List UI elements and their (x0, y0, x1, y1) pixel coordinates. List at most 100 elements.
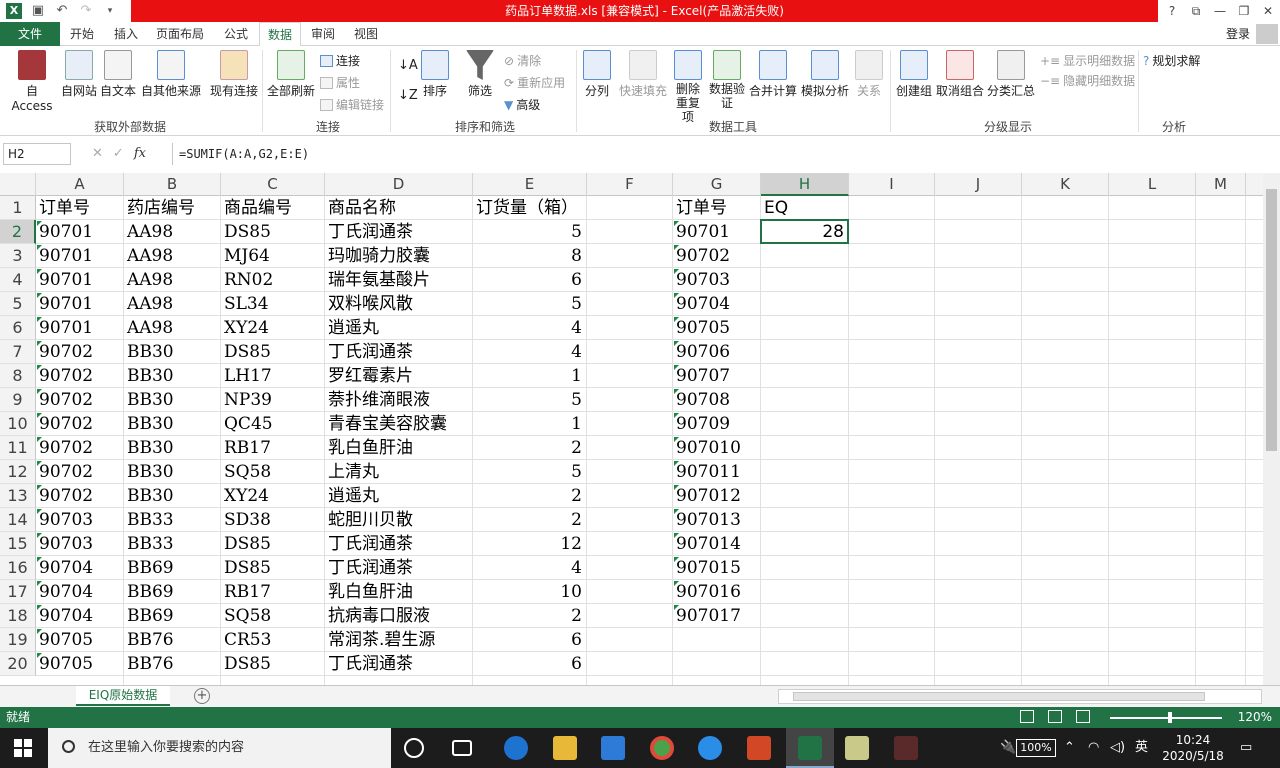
cell-g13[interactable]: 907012 (673, 484, 741, 508)
notes-icon[interactable] (845, 736, 869, 760)
cell-a18[interactable]: 90704 (36, 604, 93, 628)
cell-e18[interactable]: 2 (473, 604, 587, 628)
edit-links-button[interactable]: 编辑链接 (320, 96, 384, 113)
cell-b18[interactable]: BB69 (124, 604, 174, 628)
connections-button[interactable]: 连接 (320, 52, 360, 69)
tab-insert[interactable]: 插入 (106, 22, 146, 46)
row-header[interactable]: 18 (0, 604, 36, 628)
row-header[interactable]: 16 (0, 556, 36, 580)
cell-e19[interactable]: 6 (473, 628, 587, 652)
save-icon[interactable]: ▣ (30, 3, 46, 19)
cancel-icon[interactable]: ✕ (92, 143, 103, 165)
page-layout-view-icon[interactable] (1048, 710, 1062, 723)
column-header-m[interactable]: M (1196, 173, 1246, 196)
cell-d20[interactable]: 丁氏润通茶 (325, 652, 413, 676)
excel-icon[interactable] (798, 736, 822, 760)
volume-icon[interactable]: ◁) (1110, 728, 1125, 768)
tab-data[interactable]: 数据 (259, 22, 302, 47)
tab-home[interactable]: 开始 (62, 22, 102, 46)
formula-input[interactable]: =SUMIF(A:A,G2,E:E) (172, 143, 1266, 165)
column-header-a[interactable]: A (36, 173, 124, 196)
login-link[interactable]: 登录 (1226, 22, 1250, 46)
insert-function-icon[interactable]: fx (134, 143, 146, 165)
subtotal-button[interactable]: 分类汇总 (986, 50, 1036, 99)
cell-b13[interactable]: BB30 (124, 484, 174, 508)
cell-e9[interactable]: 5 (473, 388, 587, 412)
chrome-icon[interactable] (650, 736, 674, 760)
select-all-corner[interactable] (0, 173, 36, 196)
avatar[interactable] (1256, 24, 1278, 44)
zoom-slider-knob[interactable] (1168, 712, 1172, 723)
cell-a19[interactable]: 90705 (36, 628, 93, 652)
cell-b11[interactable]: BB30 (124, 436, 174, 460)
cell-a1[interactable]: 订单号 (36, 196, 90, 220)
close-button[interactable]: ✕ (1256, 0, 1280, 22)
clock[interactable]: 10:24 2020/5/18 (1158, 732, 1228, 764)
cell-b14[interactable]: BB33 (124, 508, 174, 532)
cell-a8[interactable]: 90702 (36, 364, 93, 388)
cell-c18[interactable]: SQ58 (221, 604, 271, 628)
row-header[interactable]: 20 (0, 652, 36, 676)
properties-button[interactable]: 属性 (320, 74, 360, 91)
cell-g18[interactable]: 907017 (673, 604, 741, 628)
cell-g11[interactable]: 907010 (673, 436, 741, 460)
cell-d19[interactable]: 常润茶.碧生源 (325, 628, 435, 652)
cell-d9[interactable]: 萘扑维滴眼液 (325, 388, 430, 412)
sort-az-button[interactable]: ↓A (398, 58, 418, 73)
task-view-icon[interactable] (452, 740, 472, 756)
cell-g15[interactable]: 907014 (673, 532, 741, 556)
cell-e11[interactable]: 2 (473, 436, 587, 460)
cell-a4[interactable]: 90701 (36, 268, 93, 292)
ime-indicator[interactable]: 英 (1135, 728, 1148, 768)
row-header[interactable]: 9 (0, 388, 36, 412)
column-header-f[interactable]: F (587, 173, 673, 196)
cell-b15[interactable]: BB33 (124, 532, 174, 556)
cell-g4[interactable]: 90703 (673, 268, 730, 292)
vertical-scroll-thumb[interactable] (1266, 189, 1277, 451)
cell-g16[interactable]: 907015 (673, 556, 741, 580)
row-header[interactable]: 2 (0, 220, 36, 244)
wifi-icon[interactable]: ◠ (1088, 728, 1099, 768)
column-header-d[interactable]: D (325, 173, 473, 196)
column-header-b[interactable]: B (124, 173, 221, 196)
cell-c17[interactable]: RB17 (221, 580, 271, 604)
refresh-all-button[interactable]: 全部刷新 (266, 50, 316, 99)
internet-explorer-icon[interactable] (698, 736, 722, 760)
cell-b16[interactable]: BB69 (124, 556, 174, 580)
row-header[interactable]: 15 (0, 532, 36, 556)
show-detail-button[interactable]: +≡ 显示明细数据 (1040, 52, 1135, 69)
column-header-g[interactable]: G (673, 173, 761, 196)
cell-a7[interactable]: 90702 (36, 340, 93, 364)
cell-c20[interactable]: DS85 (221, 652, 271, 676)
tab-review[interactable]: 审阅 (303, 22, 343, 46)
flash-fill-button[interactable]: 快速填充 (617, 50, 669, 99)
tab-view[interactable]: 视图 (346, 22, 386, 46)
recorder-icon[interactable] (894, 736, 918, 760)
horizontal-scrollbar[interactable] (778, 689, 1262, 704)
cell-d2[interactable]: 丁氏润通茶 (325, 220, 413, 244)
cell-d14[interactable]: 蛇胆川贝散 (325, 508, 413, 532)
cell-b9[interactable]: BB30 (124, 388, 174, 412)
cell-d12[interactable]: 上清丸 (325, 460, 379, 484)
store-icon[interactable] (601, 736, 625, 760)
cell-g12[interactable]: 907011 (673, 460, 741, 484)
cell-a12[interactable]: 90702 (36, 460, 93, 484)
from-other-sources-button[interactable]: 自其他来源 (139, 50, 203, 99)
cell-g9[interactable]: 90708 (673, 388, 730, 412)
cell-a6[interactable]: 90701 (36, 316, 93, 340)
zoom-slider[interactable] (1110, 717, 1222, 719)
cell-b20[interactable]: BB76 (124, 652, 174, 676)
cell-d18[interactable]: 抗病毒口服液 (325, 604, 430, 628)
cell-d11[interactable]: 乳白鱼肝油 (325, 436, 413, 460)
column-header-e[interactable]: E (473, 173, 587, 196)
cell-d1[interactable]: 商品名称 (325, 196, 396, 220)
cell-c16[interactable]: DS85 (221, 556, 271, 580)
cell-d15[interactable]: 丁氏润通茶 (325, 532, 413, 556)
windows-start-icon[interactable] (14, 739, 32, 757)
cell-b3[interactable]: AA98 (124, 244, 173, 268)
file-explorer-icon[interactable] (553, 736, 577, 760)
row-header[interactable]: 5 (0, 292, 36, 316)
cell-b2[interactable]: AA98 (124, 220, 173, 244)
cell-e3[interactable]: 8 (473, 244, 587, 268)
cell-e13[interactable]: 2 (473, 484, 587, 508)
